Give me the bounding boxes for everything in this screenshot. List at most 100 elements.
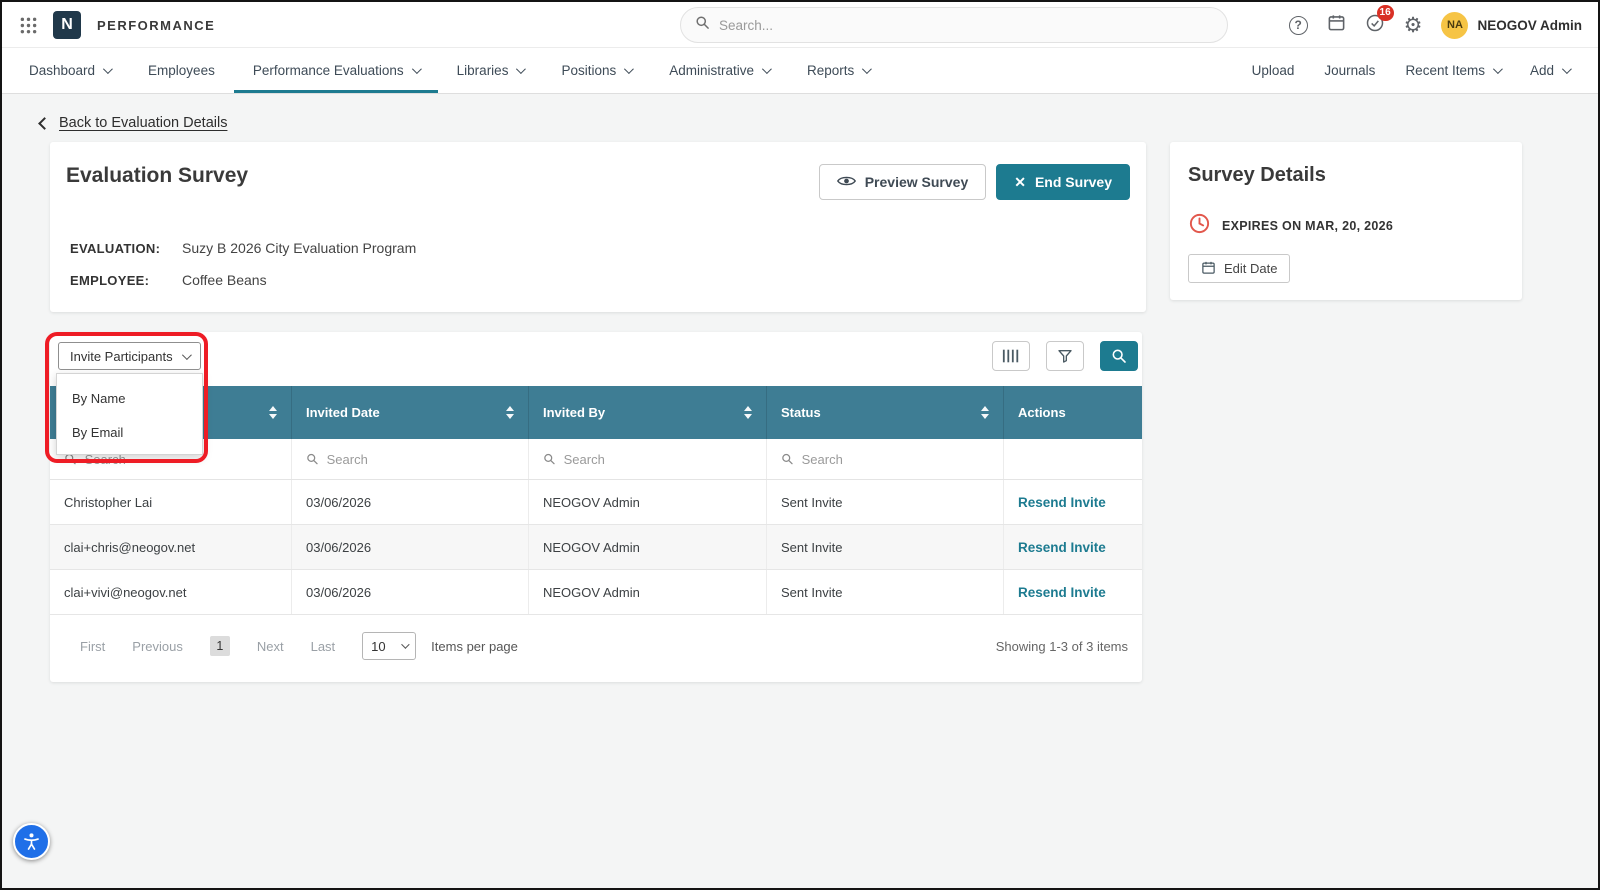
cell-invited-by: NEOGOV Admin <box>529 480 767 524</box>
table-row: clai+chris@neogov.net 03/06/2026 NEOGOV … <box>50 525 1142 570</box>
expires-text: EXPIRES ON MAR, 20, 2026 <box>1222 219 1394 233</box>
pagination-first[interactable]: First <box>80 639 105 654</box>
chevron-down-icon <box>624 64 635 75</box>
edit-date-button[interactable]: Edit Date <box>1188 254 1291 283</box>
evaluation-row: EVALUATION: Suzy B 2026 City Evaluation … <box>70 240 416 256</box>
nav-dashboard[interactable]: Dashboard <box>10 48 129 93</box>
columns-button[interactable] <box>992 341 1030 371</box>
chevron-down-icon <box>1561 64 1572 75</box>
search-icon <box>782 453 793 465</box>
product-name: PERFORMANCE <box>97 17 216 33</box>
nav-recent-items[interactable]: Recent Items <box>1390 48 1515 93</box>
sort-icon <box>506 406 514 419</box>
calendar-icon[interactable] <box>1327 13 1346 37</box>
search-icon <box>544 453 555 465</box>
columns-icon <box>1002 349 1019 363</box>
evaluation-label: EVALUATION: <box>70 240 161 256</box>
table-search-button[interactable] <box>1100 341 1138 371</box>
invite-participants-button[interactable]: Invite Participants <box>58 342 201 370</box>
invited-date-search-input[interactable] <box>326 451 514 467</box>
nav-employees[interactable]: Employees <box>129 48 234 93</box>
resend-invite-link[interactable]: Resend Invite <box>1018 585 1106 600</box>
resend-invite-link[interactable]: Resend Invite <box>1018 495 1106 510</box>
status-search-input[interactable] <box>801 451 989 467</box>
global-search-bar[interactable] <box>680 7 1228 43</box>
column-header-invited-by[interactable]: Invited By <box>529 386 767 439</box>
eye-icon <box>836 174 856 191</box>
chevron-down-icon <box>516 64 527 75</box>
resend-invite-link[interactable]: Resend Invite <box>1018 540 1106 555</box>
pagination-page-1[interactable]: 1 <box>209 636 230 656</box>
cell-invited-date: 03/06/2026 <box>292 525 529 569</box>
user-name: NEOGOV Admin <box>1477 17 1582 33</box>
survey-details-card: Survey Details EXPIRES ON MAR, 20, 2026 … <box>1170 142 1522 300</box>
cell-invited-date: 03/06/2026 <box>292 570 529 614</box>
back-to-evaluation-details-link[interactable]: Back to Evaluation Details <box>38 115 227 131</box>
calendar-icon <box>1201 260 1216 278</box>
chevron-down-icon <box>181 349 192 360</box>
top-bar: N PERFORMANCE ? 16 ⚙ NA NEOGOV Admin <box>2 2 1598 48</box>
clock-icon <box>1188 212 1211 240</box>
accessibility-icon <box>24 833 39 850</box>
cell-participant: clai+chris@neogov.net <box>50 525 292 569</box>
page-title: Evaluation Survey <box>66 164 249 187</box>
sort-icon <box>269 406 277 419</box>
evaluation-survey-card: Evaluation Survey Preview Survey ✕ End S… <box>50 142 1146 312</box>
chevron-down-icon <box>862 64 873 75</box>
notification-badge: 16 <box>1376 4 1394 21</box>
nav-add[interactable]: Add <box>1515 48 1584 93</box>
user-menu[interactable]: NA NEOGOV Admin <box>1441 11 1582 39</box>
close-icon: ✕ <box>1014 173 1026 190</box>
pagination-previous[interactable]: Previous <box>132 639 183 654</box>
employee-row: EMPLOYEE: Coffee Beans <box>70 272 267 288</box>
nav-libraries[interactable]: Libraries <box>438 48 543 93</box>
column-header-status[interactable]: Status <box>767 386 1004 439</box>
employee-label: EMPLOYEE: <box>70 272 150 288</box>
items-per-page-select[interactable]: 10 <box>362 632 417 660</box>
nav-administrative[interactable]: Administrative <box>650 48 788 93</box>
participants-table-card: Invite Participants Invited Date Invited… <box>50 332 1142 682</box>
table-row: Christopher Lai 03/06/2026 NEOGOV Admin … <box>50 480 1142 525</box>
nav-upload[interactable]: Upload <box>1237 48 1310 93</box>
app-window: N PERFORMANCE ? 16 ⚙ NA NEOGOV Admin <box>0 0 1600 890</box>
invite-participants-menu: By Name By Email <box>56 373 203 455</box>
evaluation-value: Suzy B 2026 City Evaluation Program <box>182 240 417 256</box>
participants-table: Invited Date Invited By Status Actions S… <box>50 386 1142 615</box>
avatar: NA <box>1441 11 1469 39</box>
preview-survey-button[interactable]: Preview Survey <box>818 164 987 200</box>
global-search-input[interactable] <box>719 17 1213 33</box>
table-header-row: Invited Date Invited By Status Actions <box>50 386 1142 439</box>
tasks-icon[interactable]: 16 <box>1365 4 1394 38</box>
nav-positions[interactable]: Positions <box>542 48 650 93</box>
gear-icon[interactable]: ⚙ <box>1404 15 1423 36</box>
neogov-logo[interactable]: N <box>53 11 81 39</box>
filter-button[interactable] <box>1046 341 1084 371</box>
column-header-actions: Actions <box>1018 405 1066 420</box>
items-per-page-label: Items per page <box>431 638 518 654</box>
app-launcher-icon[interactable] <box>20 17 37 34</box>
accessibility-button[interactable] <box>13 823 50 860</box>
nav-reports[interactable]: Reports <box>788 48 888 93</box>
help-icon[interactable]: ? <box>1288 15 1308 35</box>
pagination-next[interactable]: Next <box>257 639 284 654</box>
search-icon <box>307 453 318 465</box>
sort-icon <box>981 406 989 419</box>
pagination-last[interactable]: Last <box>311 639 336 654</box>
chevron-down-icon <box>1492 64 1503 75</box>
nav-performance-evaluations[interactable]: Performance Evaluations <box>234 48 438 93</box>
table-filter-row <box>50 439 1142 480</box>
chevron-left-icon <box>38 116 51 130</box>
end-survey-button[interactable]: ✕ End Survey <box>996 164 1130 200</box>
menu-item-by-name[interactable]: By Name <box>57 381 202 415</box>
invited-by-search-input[interactable] <box>563 451 752 467</box>
main-nav: Dashboard Employees Performance Evaluati… <box>2 48 1598 94</box>
nav-journals[interactable]: Journals <box>1309 48 1390 93</box>
menu-item-by-email[interactable]: By Email <box>57 415 202 449</box>
cell-participant: Christopher Lai <box>50 480 292 524</box>
cell-invited-by: NEOGOV Admin <box>529 525 767 569</box>
column-header-invited-date[interactable]: Invited Date <box>292 386 529 439</box>
cell-status: Sent Invite <box>767 525 1004 569</box>
chevron-down-icon <box>103 64 113 75</box>
search-icon <box>695 15 710 35</box>
cell-status: Sent Invite <box>767 480 1004 524</box>
